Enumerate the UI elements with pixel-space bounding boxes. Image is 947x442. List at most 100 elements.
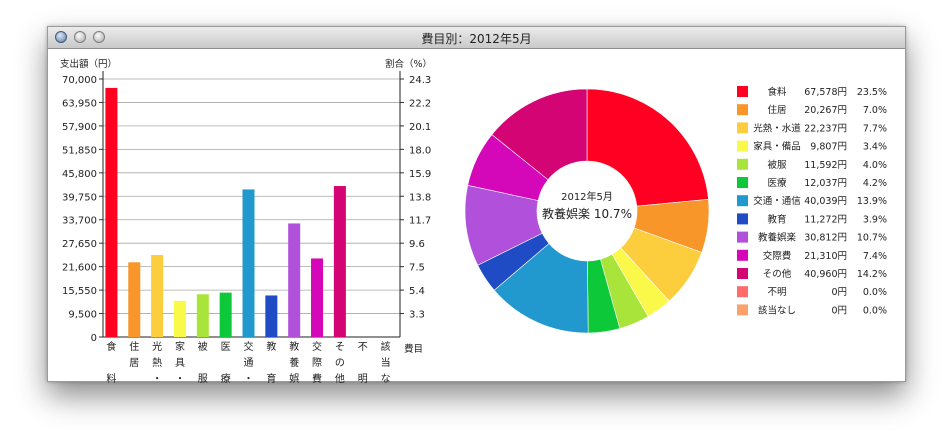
legend-percent: 3.9% <box>863 214 887 225</box>
x-tick-label: ・ <box>244 374 254 385</box>
chart-canvas: 70,000 63,950 57,900 51,850 45,800 39,750 33,7… <box>60 58 887 385</box>
x-tick-label: 費 <box>312 372 322 385</box>
bar <box>265 295 278 337</box>
y-tick-label-right: 22.2 <box>409 98 431 109</box>
y-tick-label-left: 45,800 <box>62 169 97 180</box>
y-tick-label-left: 21,600 <box>62 263 97 274</box>
x-tick-label: 際 <box>312 357 322 369</box>
legend-label: 交際費 <box>763 250 792 262</box>
legend-percent: 0.0% <box>863 287 887 298</box>
legend-percent: 4.2% <box>863 178 887 189</box>
x-tick-label: 通 <box>244 357 254 369</box>
y-axis-title-right: 割合（%） <box>385 58 432 70</box>
legend-amount: 0円 <box>831 305 847 316</box>
pie-center-date: 2012年5月 <box>561 190 613 203</box>
x-tick-label: ・ <box>152 374 162 385</box>
legend-label: 食料 <box>767 86 787 98</box>
legend-label: 医療 <box>767 177 787 189</box>
y-tick-label-right: 13.8 <box>409 192 431 203</box>
legend-percent: 10.7% <box>857 233 887 244</box>
legend-label: その他 <box>763 268 792 280</box>
x-tick-label: 療 <box>221 372 231 385</box>
legend-percent: 23.5% <box>857 87 887 98</box>
x-tick-label: 交 <box>244 340 254 353</box>
y-tick-label-left: 27,650 <box>62 239 97 250</box>
y-tick-label-right: 20.1 <box>409 122 431 133</box>
bar <box>219 292 232 337</box>
y-tick-label-right: 5.4 <box>409 286 425 297</box>
y-tick-label-right: 24.3 <box>409 75 431 86</box>
legend-label: 該当なし <box>758 304 796 316</box>
x-tick-label: 交 <box>312 340 322 353</box>
x-tick-label: 家 <box>175 340 185 353</box>
x-tick-label: 住 <box>129 340 139 353</box>
y-tick-label-left: 63,950 <box>62 98 97 109</box>
legend-percent: 14.2% <box>857 269 887 280</box>
x-tick-label: 居 <box>129 357 139 369</box>
pie-slice <box>586 88 709 207</box>
legend-label: 光熱・水道 <box>753 122 801 134</box>
legend-label: 教育 <box>767 213 786 225</box>
x-tick-label: の <box>335 358 345 369</box>
x-tick-label: 教 <box>266 340 276 353</box>
legend-label: 被服 <box>767 159 787 171</box>
legend-percent: 4.0% <box>863 160 887 171</box>
legend-amount: 12,037円 <box>804 178 847 189</box>
x-tick-label: 教 <box>289 340 299 353</box>
legend-swatch <box>737 158 748 170</box>
x-tick-label: 育 <box>266 372 276 385</box>
y-tick-label-left: 0 <box>91 333 97 344</box>
legend-percent: 13.9% <box>857 196 887 207</box>
legend-label: 交通・通信 <box>753 195 801 207</box>
bar <box>128 262 141 337</box>
bar <box>311 258 324 337</box>
x-tick-label: 明 <box>358 373 368 385</box>
legend-swatch <box>737 304 748 316</box>
bar <box>196 294 209 337</box>
y-tick-label-left: 57,900 <box>62 122 97 133</box>
legend-swatch <box>737 268 748 279</box>
x-tick-label: 娯 <box>289 372 299 385</box>
y-tick-label-right: 11.7 <box>409 216 431 227</box>
legend-label: 不明 <box>767 287 786 298</box>
x-tick-label: ・ <box>175 374 185 385</box>
x-tick-label: 養 <box>289 356 299 369</box>
legend-amount: 11,272円 <box>804 214 847 225</box>
legend-swatch <box>737 231 748 243</box>
x-tick-label: 具 <box>175 357 185 369</box>
x-tick-label: 光 <box>152 340 162 353</box>
y-tick-label-right: 3.3 <box>409 310 425 321</box>
x-tick-label: 服 <box>198 373 208 385</box>
legend-percent: 7.4% <box>863 251 887 262</box>
legend-swatch <box>737 213 748 225</box>
legend-percent: 3.4% <box>863 142 887 153</box>
bar <box>288 223 301 337</box>
y-tick-label-left: 51,850 <box>62 145 97 156</box>
x-tick-label: 被 <box>198 340 208 353</box>
legend-label: 教養娯楽 <box>758 232 797 244</box>
legend-swatch <box>737 177 748 188</box>
legend-amount: 20,267円 <box>804 105 847 116</box>
legend-swatch <box>737 140 748 152</box>
bar <box>173 300 186 337</box>
x-tick-label: な <box>381 373 391 385</box>
legend-percent: 7.0% <box>863 105 887 116</box>
legend-label: 住居 <box>767 104 786 116</box>
legend-swatch <box>737 122 748 134</box>
legend-amount: 40,039円 <box>804 196 847 207</box>
legend-label: 家具・備品 <box>753 141 801 153</box>
legend-percent: 7.7% <box>863 123 887 134</box>
legend-swatch <box>737 195 748 207</box>
bar <box>105 87 118 337</box>
y-tick-label-left: 15,550 <box>62 286 97 297</box>
legend-amount: 21,310円 <box>804 251 847 262</box>
legend-swatch <box>737 86 748 97</box>
bar <box>242 189 255 337</box>
x-tick-label: 該 <box>381 340 391 353</box>
legend-amount: 30,812円 <box>804 233 847 244</box>
x-tick-label: 不 <box>358 342 368 353</box>
y-axis-title-left: 支出額（円） <box>60 58 117 70</box>
pie-center-label: 教養娯楽 10.7% <box>542 206 632 221</box>
x-tick-label: 医 <box>221 341 231 353</box>
x-axis-title: 費目 <box>404 343 423 355</box>
